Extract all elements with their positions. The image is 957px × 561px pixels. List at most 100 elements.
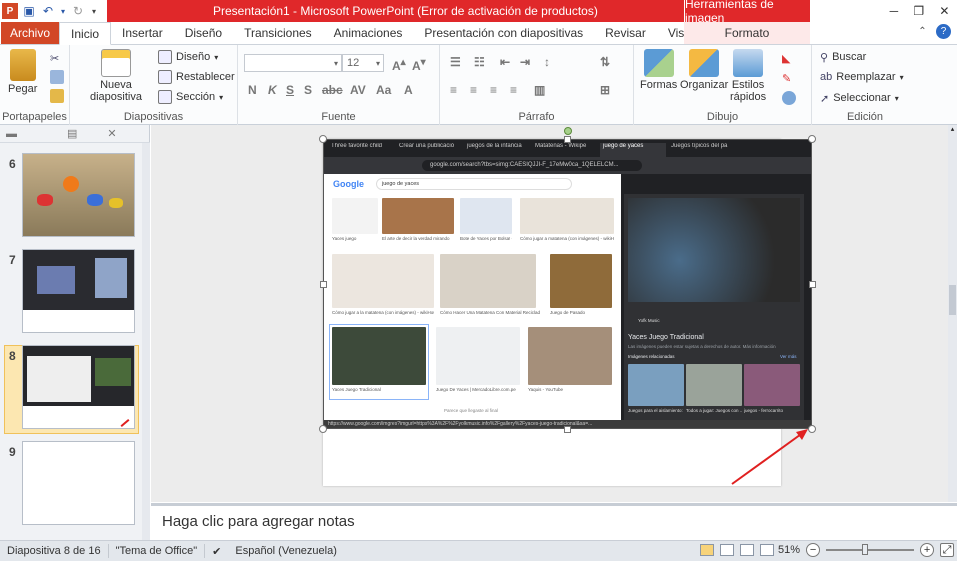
help-icon[interactable]: ? (936, 24, 951, 39)
quick-styles-button[interactable]: Estilos rápidos (730, 49, 766, 103)
rotate-handle[interactable] (564, 127, 572, 135)
format-painter-button[interactable] (50, 87, 64, 105)
line-spacing-icon[interactable]: ↕ (544, 55, 550, 69)
replace-button[interactable]: ab Reemplazar ▾ (820, 68, 904, 86)
scroll-thumb[interactable] (949, 285, 956, 315)
reading-view-icon[interactable] (740, 544, 754, 556)
text-direction-icon[interactable]: ⇅ (600, 55, 610, 69)
resize-handle-sw[interactable] (319, 425, 327, 433)
powerpoint-app-icon[interactable]: P (2, 3, 18, 19)
status-bar: Diapositiva 8 de 16 "Tema de Office" ✔ E… (0, 540, 957, 561)
shadow-icon[interactable]: S (304, 83, 312, 97)
tab-animaciones[interactable]: Animaciones (323, 22, 414, 44)
tab-presentacion[interactable]: Presentación con diapositivas (413, 22, 594, 44)
restore-icon[interactable]: ❐ (913, 4, 924, 18)
resize-handle-ne[interactable] (808, 135, 816, 143)
customize-toolbar-icon[interactable]: ▾ (89, 3, 99, 19)
slide-thumbnail-7[interactable] (22, 249, 135, 333)
canvas-scrollbar[interactable]: ▴ (948, 125, 957, 502)
undo-dropdown-icon[interactable]: ▾ (59, 3, 67, 19)
save-icon[interactable]: ▣ (21, 3, 37, 19)
underline-icon[interactable]: S (286, 83, 294, 97)
tab-revisar[interactable]: Revisar (594, 22, 657, 44)
outline-tab-icon[interactable]: ▤ (67, 127, 77, 140)
zoom-slider[interactable] (826, 544, 915, 555)
copy-button[interactable] (50, 68, 64, 86)
font-color-icon[interactable]: A (404, 83, 413, 97)
increase-indent-icon[interactable]: ⇥ (520, 55, 530, 69)
justify-icon[interactable]: ≡ (510, 83, 517, 97)
numbering-icon[interactable]: ☷ (474, 55, 485, 69)
shrink-font-icon[interactable]: A▾ (412, 57, 426, 73)
language[interactable]: Español (Venezuela) (228, 544, 344, 558)
browser-tab: Juegos típicos del pa (671, 143, 728, 149)
paste-button[interactable]: Pegar (8, 49, 37, 95)
zoom-slider-thumb[interactable] (862, 544, 869, 555)
slides-pane-scrollbar[interactable] (142, 143, 150, 540)
result-image (550, 254, 612, 308)
tab-transiciones[interactable]: Transiciones (233, 22, 323, 44)
font-name-combo[interactable]: ▾ (244, 54, 342, 72)
undo-icon[interactable]: ↶ (40, 3, 56, 19)
shapes-button[interactable]: Formas (640, 49, 677, 91)
resize-handle-s[interactable] (564, 426, 571, 433)
smartart-icon[interactable]: ⊞ (600, 83, 610, 97)
columns-icon[interactable]: ▥ (534, 83, 545, 97)
tab-formato[interactable]: Formato (684, 22, 810, 44)
italic-icon[interactable]: K (268, 83, 277, 97)
slideshow-icon[interactable] (760, 544, 774, 556)
grow-font-icon[interactable]: A▴ (392, 57, 406, 73)
align-center-icon[interactable]: ≡ (470, 83, 477, 97)
spacing-icon[interactable]: AV (350, 83, 366, 97)
shape-effects-button[interactable] (782, 89, 796, 107)
tab-diseno[interactable]: Diseño (174, 22, 233, 44)
minimize-ribbon-icon[interactable]: ⌃ (915, 24, 930, 39)
resize-handle-e[interactable] (809, 281, 816, 288)
zoom-level[interactable]: 51% (778, 544, 800, 556)
tab-archivo[interactable]: Archivo (1, 22, 60, 44)
select-button[interactable]: ➚ Seleccionar ▾ (820, 89, 899, 107)
zoom-control: 51% − + ⤢ (778, 543, 955, 557)
cut-button[interactable]: ✂ (50, 49, 59, 67)
decrease-indent-icon[interactable]: ⇤ (500, 55, 510, 69)
resize-handle-w[interactable] (320, 281, 327, 288)
scroll-up-icon[interactable]: ▴ (948, 125, 957, 134)
bold-icon[interactable]: N (248, 83, 257, 97)
zoom-out-icon[interactable]: − (806, 543, 821, 557)
tab-insertar[interactable]: Insertar (111, 22, 174, 44)
slide-thumbnail-9[interactable] (22, 441, 135, 525)
align-right-icon[interactable]: ≡ (490, 83, 497, 97)
align-left-icon[interactable]: ≡ (450, 83, 457, 97)
result-image (436, 327, 520, 385)
layout-button[interactable]: Diseño ▾ (158, 48, 218, 66)
slide-sorter-icon[interactable] (720, 544, 734, 556)
resize-handle-n[interactable] (564, 136, 571, 143)
font-size-value: 12 (347, 57, 360, 69)
zoom-in-icon[interactable]: + (920, 543, 935, 557)
reset-button[interactable]: Restablecer (158, 68, 235, 86)
bullets-icon[interactable]: ☰ (450, 55, 461, 69)
strikethrough-icon[interactable]: abc (322, 83, 343, 97)
minimize-icon[interactable]: ─ (890, 4, 899, 18)
shape-outline-button[interactable]: ✎ (782, 69, 791, 87)
arrange-button[interactable]: Organizar (680, 49, 728, 91)
font-size-combo[interactable]: 12 ▾ (342, 54, 384, 72)
browser-screenshot-image[interactable]: Three favorite child Crear una publicaci… (323, 139, 812, 429)
section-button[interactable]: Sección ▾ (158, 88, 223, 106)
close-pane-icon[interactable]: ✕ (107, 127, 116, 140)
notes-pane[interactable]: Haga clic para agregar notas (151, 503, 957, 540)
tab-inicio[interactable]: Inicio (59, 22, 112, 45)
shape-fill-button[interactable]: ◣ (782, 49, 790, 67)
new-slide-button[interactable]: Nueva diapositiva (90, 49, 142, 103)
slide-thumbnail-6[interactable] (22, 153, 135, 237)
redo-icon[interactable]: ↻ (70, 3, 86, 19)
close-icon[interactable]: ✕ (939, 4, 949, 18)
fit-to-window-icon[interactable]: ⤢ (940, 543, 955, 557)
slide-thumbnail-8[interactable] (22, 345, 135, 429)
normal-view-icon[interactable] (700, 544, 714, 556)
resize-handle-nw[interactable] (319, 135, 327, 143)
find-button[interactable]: ⚲ Buscar (820, 48, 866, 66)
slides-tab-icon[interactable]: ▬ (6, 128, 17, 140)
change-case-icon[interactable]: Aa (376, 83, 391, 97)
spellcheck-icon[interactable]: ✔ (205, 544, 228, 558)
